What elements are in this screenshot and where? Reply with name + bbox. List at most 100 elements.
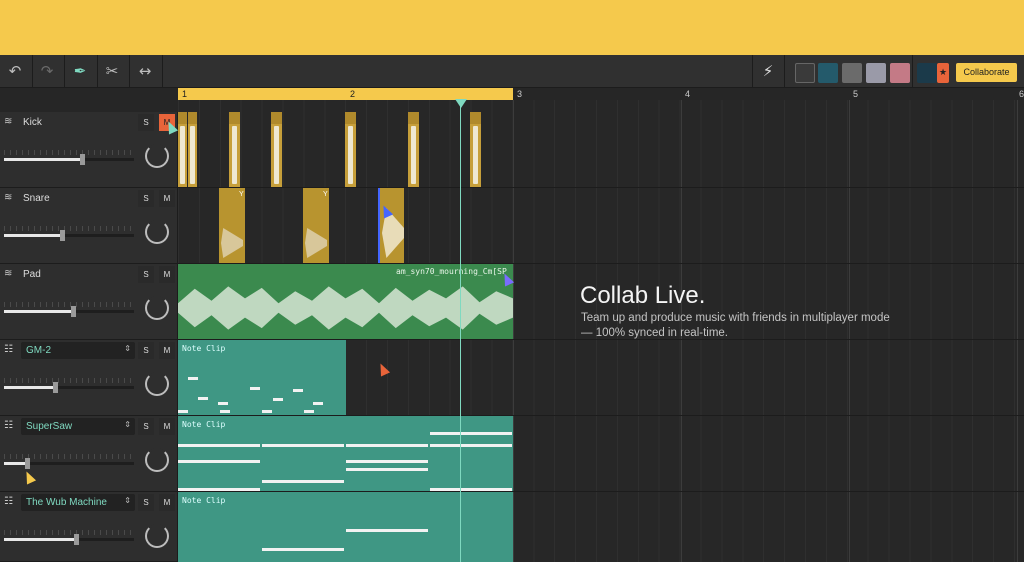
volume-slider[interactable] — [4, 306, 134, 317]
mute-button[interactable]: M — [159, 418, 175, 435]
audio-clip[interactable]: Y — [219, 188, 245, 263]
avatar[interactable] — [818, 63, 838, 83]
track-the-wub-machine[interactable]: ☷ The Wub Machine ⇕ S M — [0, 492, 178, 562]
track-snare[interactable]: ≋ Snare S M — [0, 188, 178, 264]
bar-number: 3 — [517, 89, 523, 99]
midi-note[interactable] — [220, 410, 230, 413]
midi-note[interactable] — [313, 402, 323, 405]
pen-icon[interactable]: ✒ — [69, 61, 91, 81]
midi-note[interactable] — [262, 480, 344, 483]
audio-clip[interactable] — [271, 112, 282, 187]
volume-handle[interactable] — [53, 382, 58, 393]
star-icon[interactable]: ★ — [937, 63, 949, 83]
midi-note[interactable] — [250, 387, 260, 390]
solo-button[interactable]: S — [138, 494, 154, 511]
solo-button[interactable]: S — [138, 190, 154, 207]
resize-icon[interactable]: ↔ — [134, 61, 156, 81]
pan-knob[interactable] — [145, 372, 169, 396]
track-kick[interactable]: ≋ Kick S M — [0, 112, 178, 188]
instrument-select[interactable]: GM-2 ⇕ — [21, 342, 135, 359]
audio-clip[interactable] — [229, 112, 240, 187]
midi-note[interactable] — [262, 410, 272, 413]
instrument-select[interactable]: SuperSaw ⇕ — [21, 418, 135, 435]
note-clip[interactable]: Note Clip — [178, 340, 346, 415]
pan-knob[interactable] — [145, 220, 169, 244]
midi-note[interactable] — [178, 444, 260, 447]
pan-knob[interactable] — [145, 144, 169, 168]
pan-knob[interactable] — [145, 524, 169, 548]
midi-note[interactable] — [178, 460, 260, 463]
audio-clip[interactable] — [408, 112, 419, 187]
audio-clip[interactable] — [178, 112, 187, 187]
solo-button[interactable]: S — [138, 418, 154, 435]
volume-slider[interactable] — [4, 534, 134, 545]
audio-clip[interactable] — [378, 188, 404, 263]
volume-handle[interactable] — [71, 306, 76, 317]
volume-handle[interactable] — [60, 230, 65, 241]
mute-button[interactable]: M — [159, 342, 175, 359]
note-clip[interactable]: Note Clip — [178, 492, 513, 562]
lightning-icon[interactable]: ⚡ — [757, 61, 779, 81]
solo-button[interactable]: S — [138, 114, 154, 131]
audio-clip-pad[interactable]: am_syn70_mourning_Cm[SP — [178, 264, 513, 339]
mute-button[interactable]: M — [159, 266, 175, 283]
midi-note[interactable] — [218, 402, 228, 405]
midi-note[interactable] — [346, 529, 428, 532]
solo-button[interactable]: S — [138, 342, 154, 359]
avatar[interactable] — [866, 63, 886, 83]
note-clip[interactable]: Note Clip — [178, 416, 513, 491]
volume-fill — [4, 462, 27, 465]
midi-note[interactable] — [293, 389, 303, 392]
volume-handle[interactable] — [25, 458, 30, 469]
midi-note[interactable] — [198, 397, 208, 400]
volume-slider[interactable] — [4, 230, 134, 241]
midi-note[interactable] — [262, 548, 344, 551]
midi-note[interactable] — [430, 488, 512, 491]
mute-button[interactable]: M — [159, 494, 175, 511]
timeline-ruler[interactable]: 1 2 3 4 5 6 — [178, 88, 1024, 100]
playhead[interactable] — [460, 100, 461, 562]
audio-clip[interactable] — [345, 112, 356, 187]
volume-slider[interactable] — [4, 458, 134, 469]
midi-note[interactable] — [262, 444, 344, 447]
scissors-icon[interactable]: ✂ — [101, 61, 123, 81]
midi-note[interactable] — [273, 398, 283, 401]
midi-note[interactable] — [304, 410, 314, 413]
waveform-icon: ≋ — [4, 268, 13, 279]
undo-icon[interactable]: ↶ — [4, 61, 26, 81]
track-gm-2[interactable]: ☷ GM-2 ⇕ S M — [0, 340, 178, 416]
avatar[interactable] — [890, 63, 910, 83]
midi-note[interactable] — [346, 444, 428, 447]
midi-note[interactable] — [178, 488, 260, 491]
midi-note[interactable] — [346, 460, 428, 463]
audio-clip[interactable]: Y — [303, 188, 329, 263]
midi-note[interactable] — [178, 410, 188, 413]
redo-icon[interactable]: ↷ — [36, 61, 58, 81]
toolbar-divider — [752, 55, 753, 88]
waveform-icon: ≋ — [4, 192, 13, 203]
midi-note[interactable] — [430, 432, 512, 435]
midi-note[interactable] — [188, 377, 198, 380]
avatar[interactable] — [795, 63, 815, 83]
track-pad[interactable]: ≋ Pad S M — [0, 264, 178, 340]
avatar[interactable] — [917, 63, 937, 83]
volume-slider[interactable] — [4, 382, 134, 393]
toolbar-divider — [129, 55, 130, 88]
instrument-select[interactable]: The Wub Machine ⇕ — [21, 494, 135, 511]
mute-button[interactable]: M — [159, 190, 175, 207]
avatar[interactable] — [842, 63, 862, 83]
solo-button[interactable]: S — [138, 266, 154, 283]
midi-note[interactable] — [346, 468, 428, 471]
audio-clip[interactable] — [470, 112, 481, 187]
pan-knob[interactable] — [145, 448, 169, 472]
volume-handle[interactable] — [80, 154, 85, 165]
audio-clip[interactable] — [188, 112, 197, 187]
volume-slider[interactable] — [4, 154, 134, 165]
volume-handle[interactable] — [74, 534, 79, 545]
volume-ticks — [4, 530, 134, 535]
collaborate-button[interactable]: Collaborate — [956, 63, 1017, 82]
piano-icon: ☷ — [4, 344, 13, 355]
midi-note[interactable] — [430, 444, 512, 447]
pan-knob[interactable] — [145, 296, 169, 320]
playhead-marker[interactable] — [455, 99, 467, 108]
